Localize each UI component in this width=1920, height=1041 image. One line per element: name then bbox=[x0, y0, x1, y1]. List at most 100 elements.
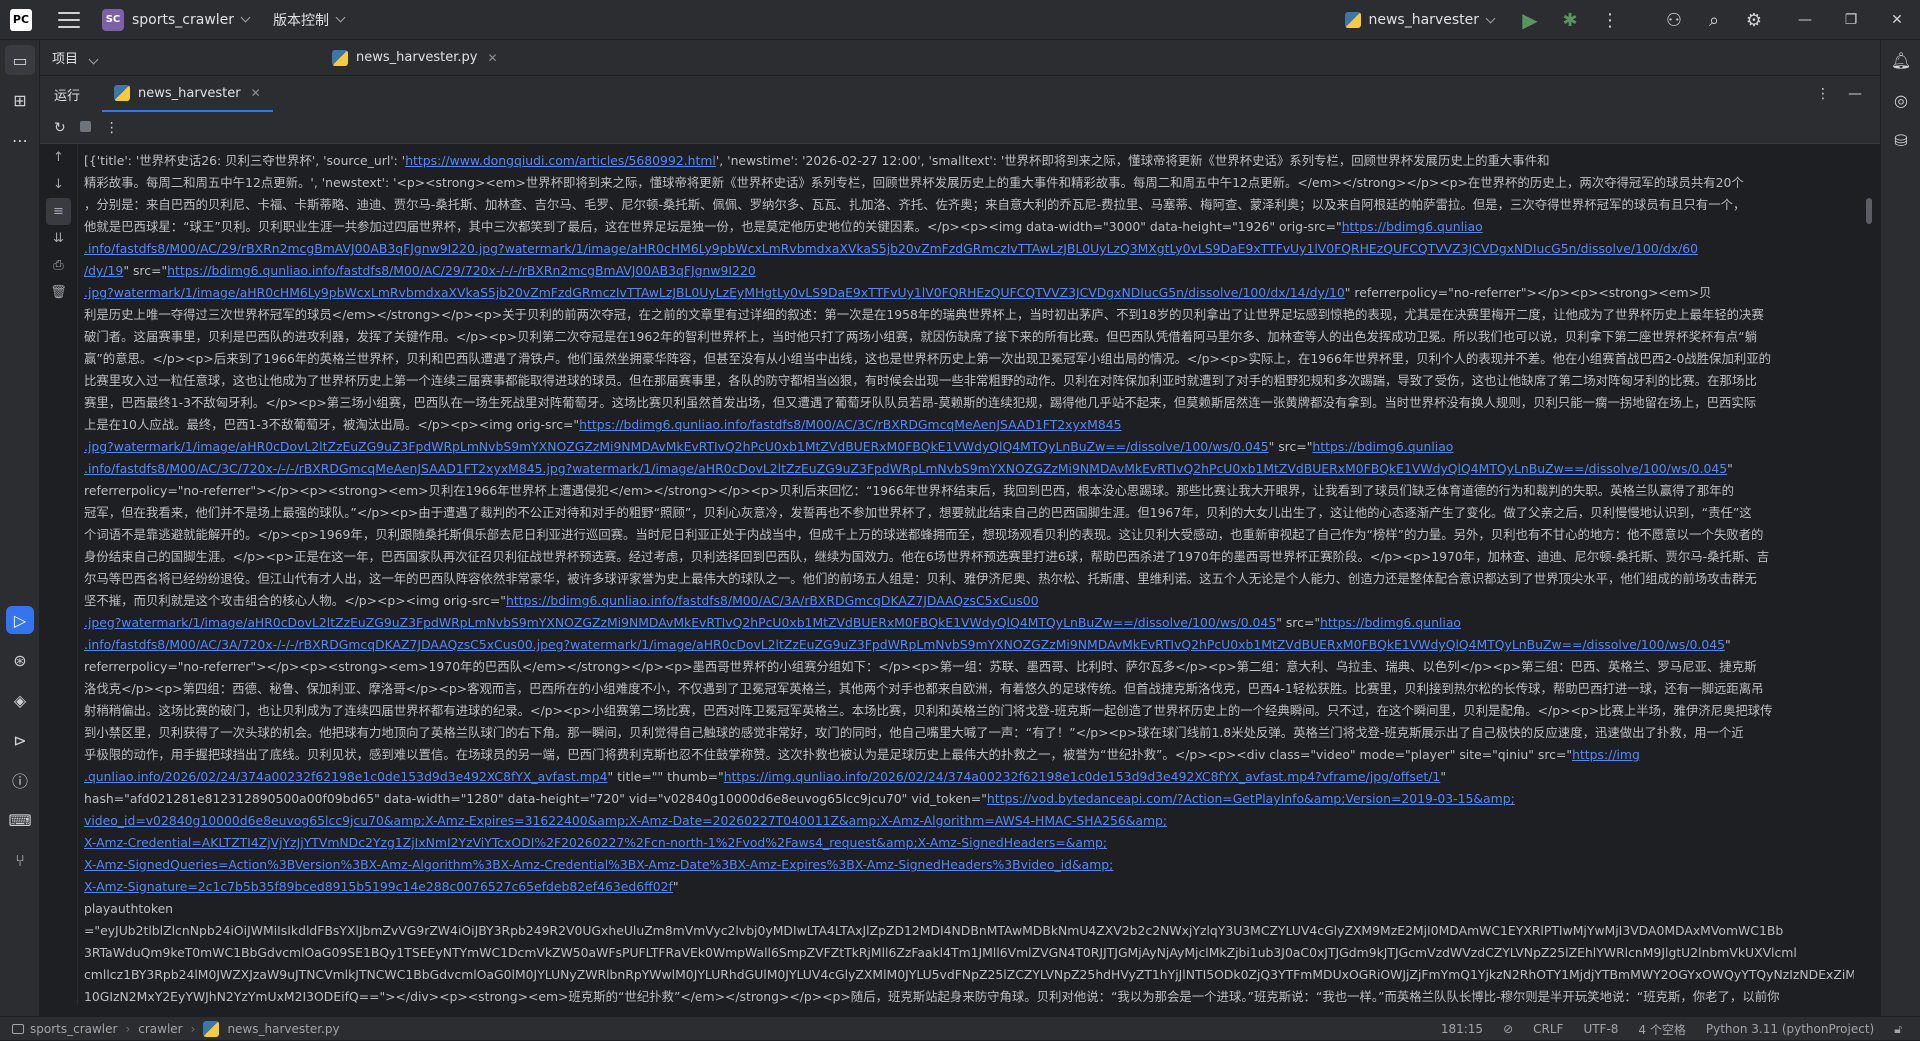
console-link[interactable]: .info/fastdfs8/M00/AC/3C/720x-/-/-/rBXRD… bbox=[84, 461, 1727, 476]
console-link[interactable]: https://bdimg6.qunliao bbox=[1342, 219, 1483, 234]
caret-position[interactable]: 181:15 bbox=[1441, 1022, 1483, 1036]
console-link[interactable]: X-Amz-Signature=2c1c7b5b35f89bced8915b51… bbox=[84, 879, 673, 894]
console-link[interactable]: https://img bbox=[1572, 747, 1640, 762]
console-line: referrerpolicy="no-referrer"></p><p><str… bbox=[84, 659, 1757, 674]
console-link[interactable]: .info/fastdfs8/M00/AC/29/rBXRn2mcgBmAVJ0… bbox=[84, 241, 1698, 256]
console-link[interactable]: .jpg?watermark/1/image/aHR0cDovL2ltZzEuZ… bbox=[84, 439, 1269, 454]
trash-icon[interactable]: 🗑︎ bbox=[40, 279, 77, 306]
more-tools-icon[interactable]: ⋯ bbox=[0, 120, 40, 160]
restore-button[interactable]: ❐ bbox=[1828, 0, 1874, 40]
debug-icon[interactable]: ✱ bbox=[1550, 0, 1590, 40]
gear-icon[interactable]: ⚙ bbox=[1734, 0, 1774, 40]
scroll-down-icon[interactable]: ↓ bbox=[40, 171, 77, 198]
console-link[interactable]: https://www.dongqiudi.com/articles/56809… bbox=[405, 153, 716, 168]
chevron-down-icon[interactable] bbox=[1485, 13, 1496, 23]
console-line: 10GIzN2MxY2EyYWJhN2YzYmUxM2I3ODEifQ=="><… bbox=[84, 989, 1780, 1004]
structure-icon[interactable]: ⊞ bbox=[0, 80, 40, 120]
git-icon[interactable]: ⑂ bbox=[0, 840, 40, 880]
console-link[interactable]: https://bdimg6.qunliao bbox=[1312, 439, 1453, 454]
console-line: 破门者。这届赛事里，贝利是巴西队的进攻利器，发挥了关键作用。</p><p>贝利第… bbox=[84, 329, 1757, 344]
console-line: .qunliao.info/2026/02/24/374a00232f62198… bbox=[84, 769, 1447, 784]
console-link[interactable]: .jpg?watermark/1/image/aHR0cHM6Ly9pbWcxL… bbox=[84, 285, 1345, 300]
read-only-toggle-icon[interactable]: ⊘ bbox=[1503, 1022, 1513, 1036]
python-file-icon bbox=[332, 49, 348, 66]
breadcrumb-file[interactable]: news_harvester.py bbox=[227, 1022, 339, 1036]
console-line: ，分别是：来自巴西的贝利尼、卡福、卡斯蒂略、迪迪、贾尔马-桑托斯、加林查、吉尔马… bbox=[84, 197, 1746, 212]
console-line: X-Amz-SignedQueries=Action%3BVersion%3BX… bbox=[84, 854, 1854, 876]
more-options-icon[interactable]: ⋮ bbox=[1816, 86, 1830, 102]
lock-icon[interactable]: 🔓︎ bbox=[1894, 1022, 1902, 1037]
console-link[interactable]: video_id=v02840g10000d6e8euvog65lcc9jcu7… bbox=[84, 813, 1167, 828]
minimize-button[interactable]: — bbox=[1782, 0, 1828, 40]
close-icon[interactable]: ✕ bbox=[487, 51, 497, 65]
console-link[interactable]: .qunliao.info/2026/02/24/374a00232f62198… bbox=[84, 769, 608, 784]
console-link[interactable]: https://vod.bytedanceapi.com/?Action=Get… bbox=[987, 791, 1515, 806]
console-side-tools: ↑ ↓ ≡ ⇊ ⎙ 🗑︎ bbox=[40, 144, 78, 1004]
more-options-icon[interactable]: ⋮ bbox=[105, 120, 119, 136]
project-badge[interactable]: SC bbox=[102, 8, 124, 31]
database-icon[interactable]: ⛁ bbox=[1881, 120, 1920, 160]
close-window-button[interactable]: ✕ bbox=[1874, 0, 1920, 40]
rerun-icon[interactable]: ↻ bbox=[54, 120, 66, 136]
breadcrumb-project[interactable]: sports_crawler bbox=[30, 1022, 117, 1036]
services-icon[interactable]: ⊳ bbox=[0, 720, 40, 760]
console-line: .info/fastdfs8/M00/AC/29/rBXRn2mcgBmAVJ0… bbox=[84, 238, 1854, 260]
terminal-icon[interactable]: ⌨ bbox=[0, 800, 40, 840]
chevron-down-icon[interactable] bbox=[88, 54, 99, 65]
title-bar: PC SC sports_crawler 版本控制 news_harvester… bbox=[0, 0, 1920, 40]
file-encoding[interactable]: UTF-8 bbox=[1583, 1022, 1618, 1036]
console-line: 赛里，巴西最终1-3不敌匈牙利。</p><p>第三场小组赛，巴西队在一场生死战里… bbox=[84, 395, 1757, 410]
search-icon[interactable]: ⌕ bbox=[1694, 0, 1734, 40]
problems-icon[interactable]: ⓘ bbox=[0, 760, 40, 800]
console-link[interactable]: https://img.qunliao.info/2026/02/24/374a… bbox=[724, 769, 1441, 784]
python-interpreter[interactable]: Python 3.11 (pythonProject) bbox=[1706, 1022, 1874, 1036]
console-link[interactable]: .jpeg?watermark/1/image/aHR0cDovL2ltZzEu… bbox=[84, 615, 1276, 630]
console-link[interactable]: X-Amz-Credential=AKLTZTI4ZjVjYzJjYTVmNDc… bbox=[84, 835, 1107, 850]
line-separator[interactable]: CRLF bbox=[1533, 1022, 1563, 1036]
console-line: 冠军，但在我看来，他们并不是场上最强的球队。”</p><p>由于遭遇了裁判的不公… bbox=[84, 505, 1752, 520]
project-folder-icon[interactable]: ▭ bbox=[5, 45, 35, 75]
breadcrumb-folder[interactable]: crawler bbox=[138, 1022, 182, 1036]
run-config-label: news_harvester bbox=[1368, 12, 1480, 28]
notifications-icon[interactable]: 🔔︎ bbox=[1881, 40, 1920, 80]
console-link[interactable]: https://bdimg6.qunliao.info/fastdfs8/M00… bbox=[579, 417, 1121, 432]
main-menu-icon[interactable] bbox=[58, 11, 80, 28]
run-icon[interactable]: ▶ bbox=[1510, 0, 1550, 40]
project-switcher[interactable]: sports_crawler bbox=[132, 12, 234, 28]
project-panel-label[interactable]: 项目 bbox=[52, 48, 322, 67]
run-config-selector[interactable]: news_harvester bbox=[1344, 12, 1496, 28]
editor-tab-label: news_harvester.py bbox=[356, 50, 478, 65]
scrollbar-thumb[interactable] bbox=[1866, 198, 1872, 224]
more-actions-icon[interactable]: ⋮ bbox=[1590, 0, 1630, 40]
editor-tab-news-harvester[interactable]: news_harvester.py ✕ bbox=[322, 40, 508, 76]
ai-assistant-icon[interactable]: ◎ bbox=[1881, 80, 1920, 120]
vcs-menu[interactable]: 版本控制 bbox=[273, 10, 329, 30]
console-link[interactable]: https://bdimg6.qunliao.info/fastdfs8/M00… bbox=[506, 593, 1039, 608]
chevron-down-icon[interactable] bbox=[240, 12, 251, 23]
scroll-to-end-icon[interactable]: ⇊ bbox=[40, 225, 77, 252]
indent-setting[interactable]: 4 个空格 bbox=[1638, 1021, 1685, 1038]
console-link[interactable]: https://bdimg6.qunliao bbox=[1320, 615, 1461, 630]
console-output[interactable]: [{'title': '世界杯史话26: 贝利三夺世界杯', 'source_u… bbox=[84, 150, 1854, 1005]
python-console-icon[interactable]: ⊛ bbox=[0, 640, 40, 680]
console-link[interactable]: https://bdimg6.qunliao.info/fastdfs8/M00… bbox=[167, 263, 756, 278]
stop-icon[interactable] bbox=[79, 120, 91, 136]
console-link[interactable]: X-Amz-SignedQueries=Action%3BVersion%3BX… bbox=[84, 857, 1113, 872]
add-user-icon[interactable]: ⚇ bbox=[1654, 0, 1694, 40]
console-link[interactable]: /dy/19 bbox=[84, 263, 123, 278]
run-tool-icon[interactable]: ▷ bbox=[6, 606, 34, 634]
console-line: 利是历史上唯一夺得过三次世界杯冠军的球员</em></strong></p><p… bbox=[84, 307, 1764, 322]
console-link[interactable]: .info/fastdfs8/M00/AC/3A/720x-/-/-/rBXRD… bbox=[84, 637, 1725, 652]
console-line: 乎极限的动作，用手握把球挡出了底线。贝利见状，感到难以置信。在场球员的另一端，巴… bbox=[84, 747, 1640, 762]
close-icon[interactable]: ✕ bbox=[251, 86, 261, 100]
breadcrumb-separator: › bbox=[125, 1021, 131, 1036]
print-icon[interactable]: ⎙ bbox=[40, 252, 77, 279]
chevron-down-icon[interactable] bbox=[335, 12, 346, 23]
soft-wrap-icon[interactable]: ≡ bbox=[46, 198, 71, 225]
hide-panel-icon[interactable]: — bbox=[1848, 86, 1862, 102]
status-bar: sports_crawler › crawler › news_harveste… bbox=[0, 1016, 1920, 1040]
scroll-up-icon[interactable]: ↑ bbox=[40, 144, 77, 171]
console-line: 精彩故事。每周二和周五中午12点更新。', 'newstext': '<p><s… bbox=[84, 175, 1744, 190]
run-tab-news-harvester[interactable]: news_harvester ✕ bbox=[102, 76, 273, 112]
packages-icon[interactable]: ◈ bbox=[0, 680, 40, 720]
